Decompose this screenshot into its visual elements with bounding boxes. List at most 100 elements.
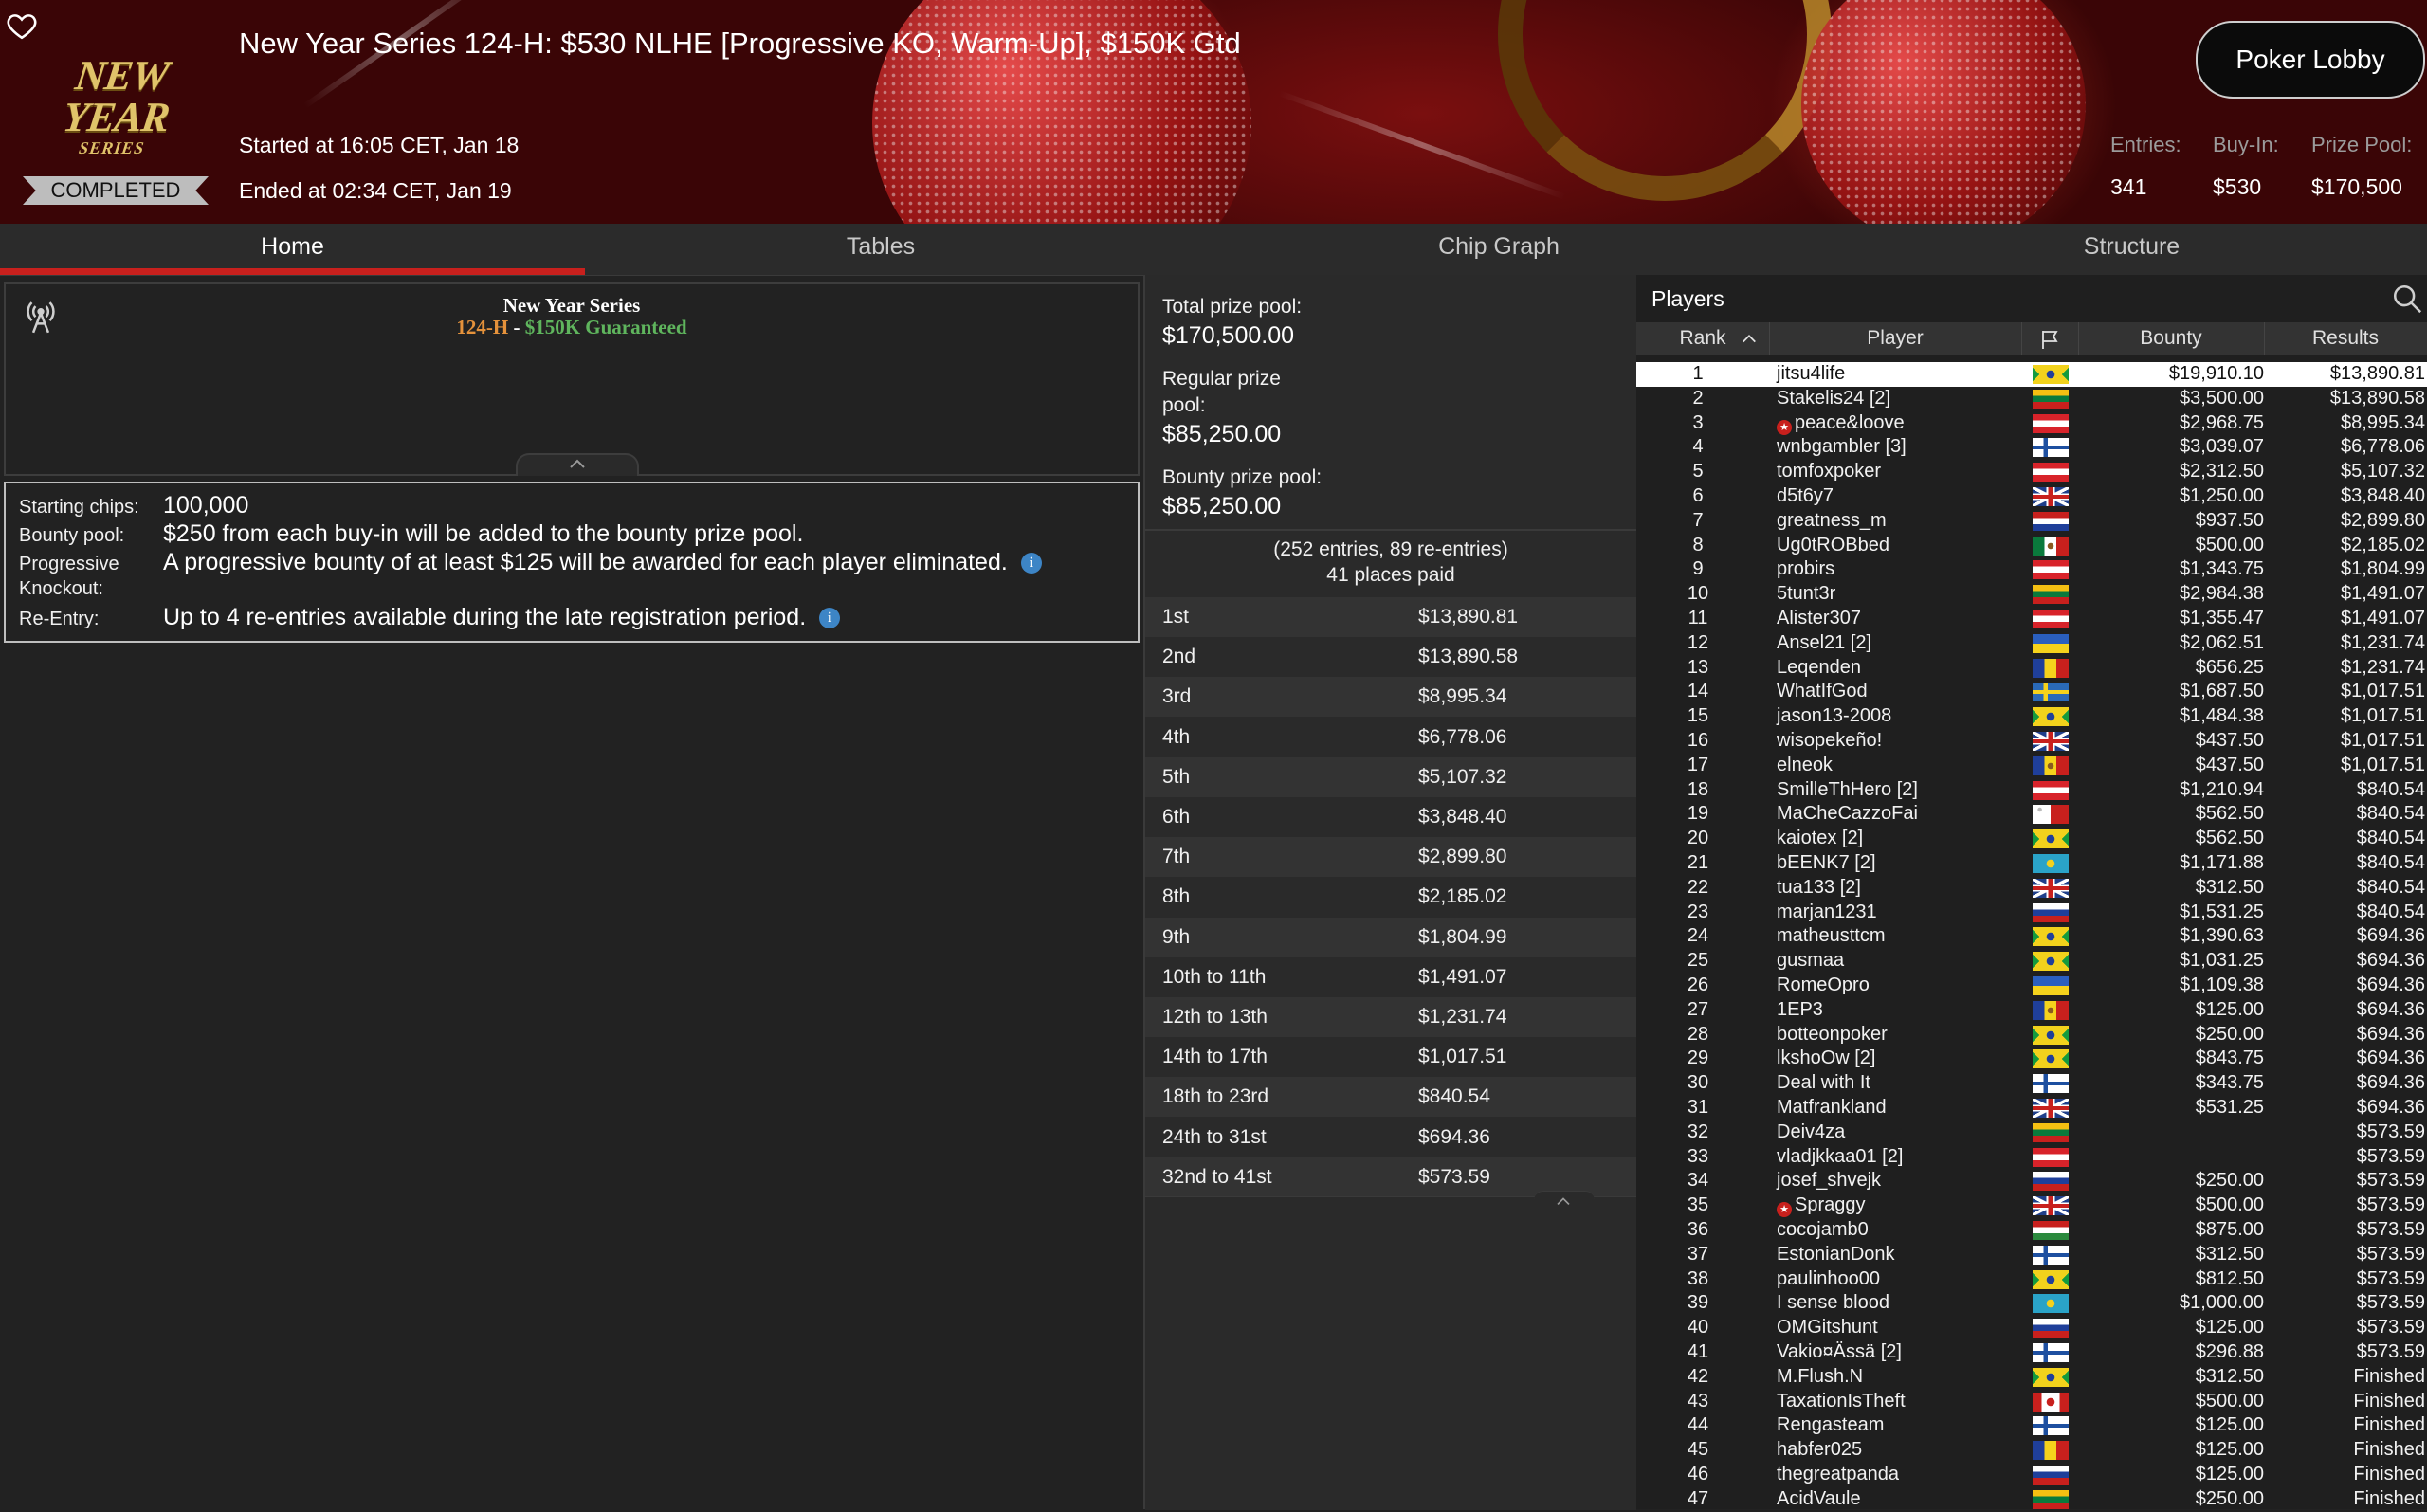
tab-tables[interactable]: Tables [585, 224, 1177, 275]
player-bounty: $125.00 [2195, 1317, 2264, 1339]
player-row[interactable]: 46 thegreatpanda $125.00 Finished [1636, 1463, 2427, 1487]
player-rank: 24 [1687, 925, 1709, 947]
player-rank: 40 [1687, 1317, 1709, 1339]
player-name: jitsu4life [1777, 363, 1846, 384]
tab-structure[interactable]: Structure [1821, 224, 2427, 275]
player-row[interactable]: 27 1EP3 $125.00 $694.36 [1636, 998, 2427, 1023]
player-row[interactable]: 6 d5t6y7 $1,250.00 $3,848.40 [1636, 484, 2427, 509]
player-row[interactable]: 38 paulinhoo00 $812.50 $573.59 [1636, 1267, 2427, 1292]
player-row[interactable]: 37 EstonianDonk $312.50 $573.59 [1636, 1243, 2427, 1267]
player-bounty: $562.50 [2195, 828, 2264, 849]
payout-row: 10th to 11th $1,491.07 [1145, 956, 1636, 997]
player-row[interactable]: 13 Leqenden $656.25 $1,231.74 [1636, 656, 2427, 681]
player-row[interactable]: 43 TaxationIsTheft $500.00 Finished [1636, 1390, 2427, 1414]
collapse-info-button[interactable] [516, 453, 639, 476]
player-row[interactable]: 22 tua133 [2] $312.50 $840.54 [1636, 876, 2427, 901]
player-result: $694.36 [2356, 975, 2425, 995]
player-row[interactable]: 20 kaiotex [2] $562.50 $840.54 [1636, 827, 2427, 851]
player-result: $1,017.51 [2341, 730, 2425, 751]
country-flag-icon [2033, 438, 2069, 458]
player-rank: 30 [1687, 1072, 1709, 1094]
player-name: Deal with It [1777, 1072, 1870, 1094]
poker-lobby-button[interactable]: Poker Lobby [2196, 21, 2425, 99]
player-column-header[interactable]: Player [1769, 322, 2022, 355]
player-row[interactable]: 14 WhatIfGod $1,687.50 $1,017.51 [1636, 680, 2427, 704]
player-name-cell: botteonpoker [1777, 1023, 1888, 1047]
player-name: elneok [1777, 754, 1833, 775]
player-row[interactable]: 33 vladjkkaa01 [2] $573.59 [1636, 1145, 2427, 1170]
player-rank: 36 [1687, 1219, 1709, 1240]
info-icon[interactable]: i [1020, 553, 1042, 574]
player-rank: 12 [1687, 631, 1709, 653]
payout-row: 12th to 13th $1,231.74 [1145, 997, 1636, 1037]
search-icon[interactable] [2391, 282, 2423, 315]
team-pro-star-icon: ★ [1777, 1202, 1792, 1218]
player-result: $8,995.34 [2341, 411, 2425, 433]
player-bounty: $531.25 [2195, 1097, 2264, 1118]
player-row[interactable]: 18 SmilleThHero [2] $1,210.94 $840.54 [1636, 778, 2427, 803]
player-row[interactable]: 28 botteonpoker $250.00 $694.36 [1636, 1023, 2427, 1047]
player-row[interactable]: 12 Ansel21 [2] $2,062.51 $1,231.74 [1636, 631, 2427, 656]
player-row[interactable]: 36 cocojamb0 $875.00 $573.59 [1636, 1218, 2427, 1243]
player-row[interactable]: 15 jason13-2008 $1,484.38 $1,017.51 [1636, 704, 2427, 729]
player-row[interactable]: 19 MaCheCazzoFai $562.50 $840.54 [1636, 802, 2427, 827]
player-result: $573.59 [2356, 1243, 2425, 1265]
player-name: peace&loove [1795, 411, 1905, 433]
player-row[interactable]: 7 greatness_m $937.50 $2,899.80 [1636, 509, 2427, 534]
info-icon[interactable]: i [819, 608, 841, 629]
player-row[interactable]: 2 Stakelis24 [2] $3,500.00 $13,890.58 [1636, 387, 2427, 411]
player-row[interactable]: 5 tomfoxpoker $2,312.50 $5,107.32 [1636, 460, 2427, 484]
player-row[interactable]: 44 Rengasteam $125.00 Finished [1636, 1413, 2427, 1438]
player-row[interactable]: 31 Matfrankland $531.25 $694.36 [1636, 1096, 2427, 1120]
player-result: $573.59 [2356, 1170, 2425, 1192]
payout-place: 5th [1162, 765, 1191, 788]
player-row[interactable]: 30 Deal with It $343.75 $694.36 [1636, 1071, 2427, 1096]
player-row[interactable]: 17 elneok $437.50 $1,017.51 [1636, 754, 2427, 778]
player-bounty: $2,968.75 [2180, 411, 2264, 433]
player-result: $1,017.51 [2341, 754, 2425, 775]
player-name-cell: SmilleThHero [2] [1777, 778, 1918, 803]
player-bounty: $1,343.75 [2180, 558, 2264, 580]
favorite-heart-icon[interactable] [6, 9, 38, 42]
player-row[interactable]: 42 M.Flush.N $312.50 Finished [1636, 1365, 2427, 1390]
player-row[interactable]: 23 marjan1231 $1,531.25 $840.54 [1636, 901, 2427, 925]
player-name: matheusttcm [1777, 925, 1886, 947]
player-rank: 13 [1687, 656, 1709, 678]
player-row[interactable]: 29 lkshoOw [2] $843.75 $694.36 [1636, 1047, 2427, 1071]
player-row[interactable]: 25 gusmaa $1,031.25 $694.36 [1636, 949, 2427, 974]
total-prize-pool-label: Total prize pool: [1162, 296, 1303, 318]
player-row[interactable]: 21 bEENK7 [2] $1,171.88 $840.54 [1636, 851, 2427, 876]
player-row[interactable]: 24 matheusttcm $1,390.63 $694.36 [1636, 924, 2427, 949]
player-rank: 41 [1687, 1341, 1709, 1362]
player-row[interactable]: 9 probirs $1,343.75 $1,804.99 [1636, 557, 2427, 582]
player-row[interactable]: 16 wisopekeño! $437.50 $1,017.51 [1636, 729, 2427, 754]
flag-column-header[interactable] [2021, 322, 2079, 355]
country-flag-icon [2033, 487, 2069, 506]
player-row[interactable]: 47 AcidVaule $250.00 Finished [1636, 1487, 2427, 1512]
bounty-column-header[interactable]: Bounty [2078, 322, 2265, 355]
tab-home[interactable]: Home [0, 224, 585, 275]
country-flag-icon [2033, 1025, 2069, 1045]
player-row[interactable]: 40 OMGitshunt $125.00 $573.59 [1636, 1316, 2427, 1340]
player-row[interactable]: 1 jitsu4life $19,910.10 $13,890.81 [1636, 362, 2427, 387]
player-row[interactable]: 39 I sense blood $1,000.00 $573.59 [1636, 1291, 2427, 1316]
collapse-payouts-button[interactable] [1534, 1191, 1595, 1211]
player-row[interactable]: 45 habfer025 $125.00 Finished [1636, 1438, 2427, 1463]
player-row[interactable]: 34 josef_shvejk $250.00 $573.59 [1636, 1169, 2427, 1193]
player-row[interactable]: 4 wnbgambler [3] $3,039.07 $6,778.06 [1636, 435, 2427, 460]
player-row[interactable]: 11 Alister307 $1,355.47 $1,491.07 [1636, 607, 2427, 631]
tournament-header: NEW YEAR SERIES COMPLETED New Year Serie… [0, 0, 2427, 224]
player-row[interactable]: 41 Vakio¤Ässä [2] $296.88 $573.59 [1636, 1340, 2427, 1365]
player-name: TaxationIsTheft [1777, 1390, 1906, 1412]
player-row[interactable]: 35 ★ Spraggy $500.00 $573.59 [1636, 1193, 2427, 1218]
player-row[interactable]: 32 Deiv4za $573.59 [1636, 1120, 2427, 1145]
player-result: $573.59 [2356, 1292, 2425, 1314]
tab-chip-graph[interactable]: Chip Graph [1177, 224, 1821, 275]
player-result: $1,804.99 [2341, 558, 2425, 580]
rank-column-header[interactable]: Rank [1636, 322, 1770, 355]
player-row[interactable]: 3 ★ peace&loove $2,968.75 $8,995.34 [1636, 411, 2427, 436]
player-row[interactable]: 8 Ug0tROBbed $500.00 $2,185.02 [1636, 534, 2427, 558]
results-column-header[interactable]: Results [2264, 322, 2427, 355]
player-row[interactable]: 10 5tunt3r $2,984.38 $1,491.07 [1636, 582, 2427, 607]
player-row[interactable]: 26 RomeOpro $1,109.38 $694.36 [1636, 974, 2427, 998]
